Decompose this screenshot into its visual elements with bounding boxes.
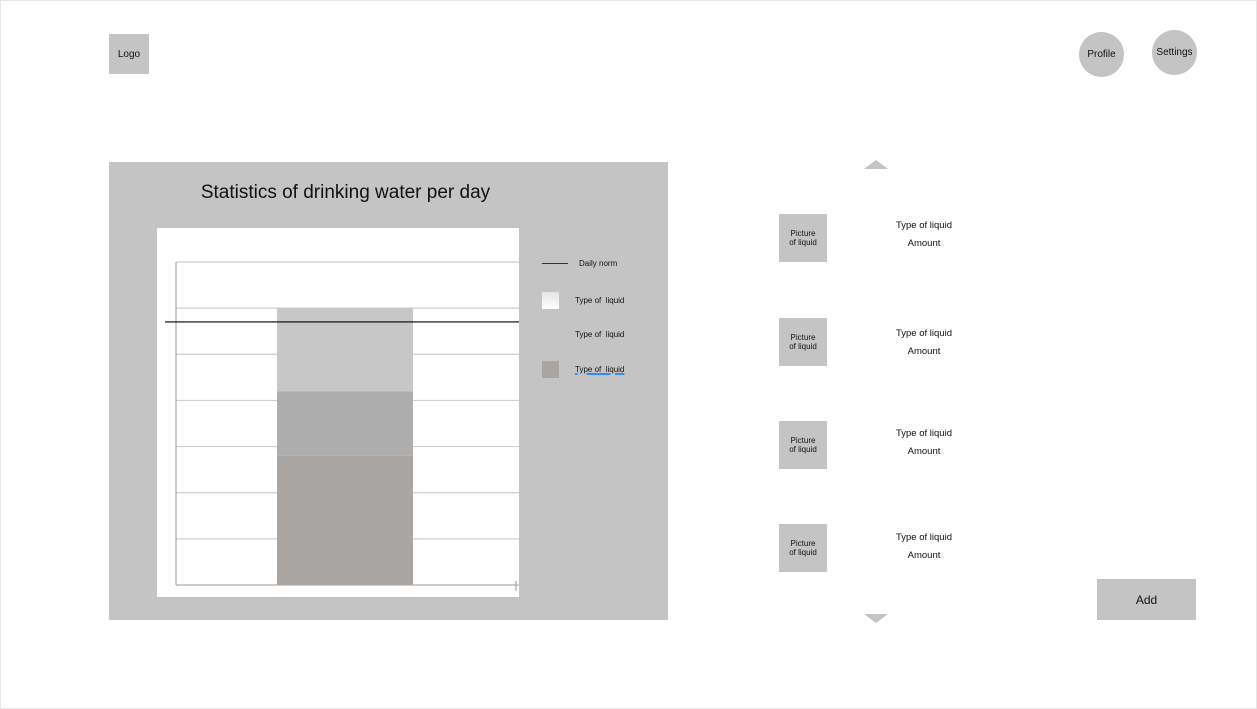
list-item[interactable]: Picture of liquid Type of liquid Amount xyxy=(779,524,1019,572)
legend-label: Type of liquid xyxy=(575,329,625,339)
chart-title: Statistics of drinking water per day xyxy=(200,182,491,203)
legend-item-liquid-3: Type of liquid xyxy=(542,360,624,378)
bar-segment xyxy=(277,391,413,456)
legend-swatch xyxy=(542,291,559,309)
profile-button[interactable]: Profile xyxy=(1079,32,1124,77)
legend-item-liquid-2: Type of liquid xyxy=(542,325,624,343)
bar-segment xyxy=(277,455,413,585)
liquid-type: Type of liquid xyxy=(896,220,952,231)
chart-panel: Statistics of drinking water per day Dai… xyxy=(109,162,668,620)
liquid-type: Type of liquid xyxy=(896,328,952,339)
scroll-up-arrow-icon[interactable] xyxy=(864,160,888,169)
liquid-picture: Picture of liquid xyxy=(779,214,827,262)
profile-label: Profile xyxy=(1087,49,1116,60)
legend-item-daily-norm: Daily norm xyxy=(542,254,617,272)
scroll-down-arrow-icon[interactable] xyxy=(864,614,888,623)
liquid-picture: Picture of liquid xyxy=(779,524,827,572)
legend-line-marker xyxy=(542,262,568,264)
list-item[interactable]: Picture of liquid Type of liquid Amount xyxy=(779,214,1019,262)
liquid-picture: Picture of liquid xyxy=(779,318,827,366)
legend-swatch xyxy=(542,325,559,343)
legend-item-liquid-1: Type of liquid xyxy=(542,291,624,309)
add-button[interactable]: Add xyxy=(1097,579,1196,620)
legend-label: Type of liquid xyxy=(575,295,625,305)
list-item[interactable]: Picture of liquid Type of liquid Amount xyxy=(779,421,1019,469)
logo-label: Logo xyxy=(117,48,141,60)
settings-label: Settings xyxy=(1156,47,1193,58)
chart-plot-area xyxy=(157,228,519,597)
logo[interactable]: Logo xyxy=(109,34,149,74)
chart-svg xyxy=(165,261,519,591)
legend-label: Type of liquid xyxy=(575,364,625,374)
liquid-amount: Amount xyxy=(907,238,941,249)
list-item[interactable]: Picture of liquid Type of liquid Amount xyxy=(779,318,1019,366)
legend-label: Daily norm xyxy=(579,258,618,268)
liquid-amount: Amount xyxy=(907,550,941,561)
settings-button[interactable]: Settings xyxy=(1152,30,1197,75)
liquid-amount: Amount xyxy=(907,346,941,357)
liquid-picture: Picture of liquid xyxy=(779,421,827,469)
liquid-amount: Amount xyxy=(907,446,941,457)
liquid-type: Type of liquid xyxy=(896,532,952,543)
legend-swatch xyxy=(542,360,559,378)
bar-segment xyxy=(277,308,413,392)
liquid-type: Type of liquid xyxy=(896,428,952,439)
add-button-label: Add xyxy=(1135,592,1158,607)
